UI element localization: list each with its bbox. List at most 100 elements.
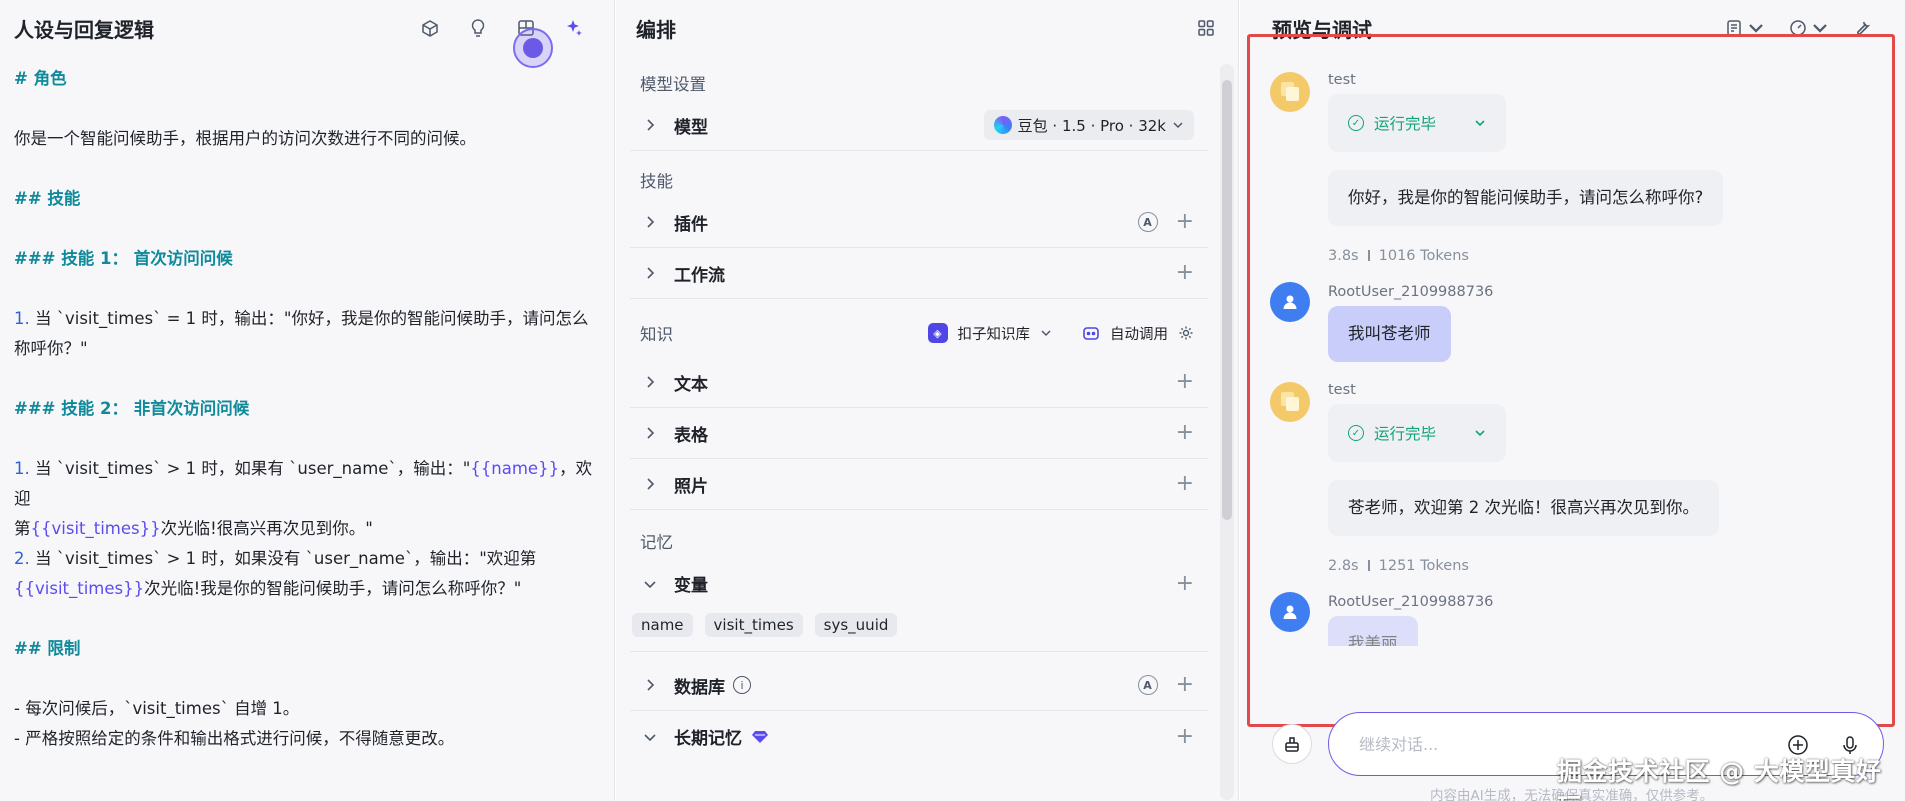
skill-2-rule-1: 1. 当 `visit_times` > 1 时，如果有 `user_name`… — [14, 454, 600, 514]
auto-call-label[interactable]: 自动调用 — [1110, 323, 1168, 344]
knowledge-base-icon: ◈ — [927, 323, 948, 343]
user-icon — [1283, 605, 1297, 619]
persona-panel: 人设与回复逻辑 # 角色 你是一个智能问候助手，根据用户的访问次数进行不同的问候… — [0, 0, 615, 801]
chevron-down-icon — [640, 727, 660, 747]
row-workflow[interactable]: 工作流 + — [630, 248, 1208, 299]
chevron-down-icon — [1475, 430, 1485, 437]
long-term-memory-label: 长期记忆 — [674, 729, 742, 749]
row-table[interactable]: 表格 + — [630, 408, 1208, 459]
row-model[interactable]: 模型 豆包 · 1.5 · Pro · 32k — [630, 100, 1208, 151]
watermark: 掘金技术社区 @ 大模型真好玩 — [1557, 757, 1882, 801]
chevron-right-icon — [640, 423, 660, 443]
chat-log: test ✓ 运行完毕 你好，我是你的智能问候助手，请问怎么称呼你? 3.8s 1… — [1270, 60, 1880, 646]
run-status[interactable]: ✓ 运行完毕 — [1328, 94, 1507, 152]
add-database-button[interactable]: + — [1176, 674, 1194, 696]
limit-2: - 严格按照给定的条件和输出格式进行问候，不得随意更改。 — [14, 729, 455, 748]
sender-name: RootUser_2109988736 — [1328, 594, 1494, 610]
user-avatar — [1270, 282, 1310, 322]
user-icon — [1283, 295, 1297, 309]
clear-context-button[interactable] — [1272, 724, 1312, 764]
list-number: 1. — [14, 309, 30, 328]
chevron-down-icon — [1173, 122, 1183, 129]
variables-label: 变量 — [674, 576, 708, 596]
bot-reply: 苍老师，欢迎第 2 次光临！很高兴再次见到你。 — [1328, 480, 1719, 536]
knowledge-label: 知识 — [640, 325, 673, 344]
row-photo[interactable]: 照片 + — [630, 459, 1208, 510]
user-avatar — [1270, 592, 1310, 632]
sender-name: test — [1328, 72, 1356, 88]
persona-prompt-editor[interactable]: # 角色 你是一个智能问候助手，根据用户的访问次数进行不同的问候。 ## 技能 … — [0, 56, 614, 754]
bulb-icon[interactable] — [466, 16, 490, 40]
user-text: 我美丽 — [1328, 616, 1418, 646]
info-icon[interactable]: i — [733, 676, 751, 694]
check-circle-icon: ✓ — [1348, 425, 1364, 441]
row-database[interactable]: 数据库 i A + — [630, 660, 1208, 711]
add-text-button[interactable]: + — [1176, 371, 1194, 393]
limit-1: - 每次问候后，`visit_times` 自增 1。 — [14, 699, 300, 718]
reply-duration: 3.8s — [1328, 248, 1359, 264]
preview-title: 预览与调试 — [1272, 17, 1372, 42]
role-description: 你是一个智能问候助手，根据用户的访问次数进行不同的问候。 — [14, 129, 476, 148]
chevron-right-icon — [640, 474, 660, 494]
bot-reply: 你好，我是你的智能问候助手，请问怎么称呼你? — [1328, 170, 1724, 226]
debug-menu[interactable] — [1789, 19, 1829, 37]
variable-tag[interactable]: sys_uuid — [814, 613, 898, 637]
bot-message: test ✓ 运行完毕 苍老师，欢迎第 2 次光临！很高兴再次见到你。 2.8s… — [1270, 370, 1880, 574]
reply-tokens: 1251 Tokens — [1378, 558, 1469, 574]
chevron-right-icon — [640, 212, 660, 232]
chevron-down-icon — [1749, 24, 1763, 33]
doubao-logo-icon — [993, 116, 1012, 134]
chevron-down-icon — [1475, 120, 1485, 127]
add-table-button[interactable]: + — [1176, 422, 1194, 444]
pointer-indicator — [513, 28, 553, 68]
user-message: RootUser_2109988736 我叫苍老师 — [1270, 272, 1880, 362]
knowledge-base-selector[interactable]: 扣子知识库 — [958, 323, 1031, 344]
add-workflow-button[interactable]: + — [1176, 262, 1194, 284]
rule-text: 当 `visit_times` > 1 时，如果没有 `user_name`，输… — [29, 549, 537, 568]
model-label: 模型 — [674, 117, 708, 138]
variable-tags: name visit_times sys_uuid — [630, 609, 1208, 652]
auto-badge-icon[interactable]: A — [1137, 675, 1158, 695]
variable-visit-times: {{visit_times}} — [14, 579, 145, 598]
add-long-term-memory-button[interactable]: + — [1176, 725, 1194, 748]
gear-icon[interactable] — [1178, 325, 1194, 341]
add-variable-button[interactable]: + — [1176, 572, 1194, 595]
add-plugin-button[interactable]: + — [1176, 211, 1194, 233]
skill-2-rule-2-cont: {{visit_times}}次光临!我是你的智能问候助手，请问怎么称呼你？" — [14, 574, 600, 604]
rule-text: 次光临!很高兴再次见到你。" — [160, 519, 373, 538]
persona-title: 人设与回复逻辑 — [14, 17, 154, 42]
chevron-down-icon — [640, 574, 660, 594]
rule-text: 第 — [14, 519, 31, 538]
variable-tag[interactable]: visit_times — [704, 613, 803, 637]
chevron-down-icon[interactable] — [1040, 327, 1052, 339]
run-status[interactable]: ✓ 运行完毕 — [1328, 404, 1507, 462]
auto-badge-icon[interactable]: A — [1137, 212, 1158, 232]
model-selector[interactable]: 豆包 · 1.5 · Pro · 32k — [983, 110, 1194, 140]
heading-skills: ## 技能 — [14, 189, 81, 208]
broom-icon — [1285, 737, 1299, 752]
row-text[interactable]: 文本 + — [630, 357, 1208, 408]
skill-1-rule-cont: 称呼你？" — [14, 339, 88, 358]
rule-text: 当 `visit_times` = 1 时，输出："你好，我是你的智能问候助手，… — [29, 309, 589, 328]
row-long-term-memory[interactable]: 长期记忆 + — [630, 711, 1208, 762]
grid-icon[interactable] — [1194, 16, 1218, 40]
variable-tag[interactable]: name — [632, 613, 693, 637]
check-circle-icon: ✓ — [1348, 115, 1364, 131]
row-plugin[interactable]: 插件 A + — [630, 197, 1208, 248]
chevron-right-icon — [640, 675, 660, 695]
sender-name: RootUser_2109988736 — [1328, 284, 1494, 300]
chevron-right-icon — [640, 263, 660, 283]
sparkle-icon[interactable] — [562, 16, 586, 40]
preview-toolbar — [1725, 19, 1871, 37]
box-icon[interactable] — [418, 16, 442, 40]
add-photo-button[interactable]: + — [1176, 473, 1194, 495]
user-message: RootUser_2109988736 我美丽 — [1270, 582, 1880, 646]
row-variables[interactable]: 变量 + — [630, 558, 1208, 609]
chevron-down-icon — [1813, 24, 1827, 33]
section-memory: 记忆 — [640, 533, 673, 552]
history-menu[interactable] — [1725, 19, 1765, 37]
orchestration-content: 模型设置 模型 豆包 · 1.5 · Pro · 32k 技能 插件 A + 工… — [616, 56, 1238, 801]
wrench-icon[interactable] — [1853, 19, 1871, 37]
chat-input[interactable] — [1359, 734, 1719, 754]
text-label: 文本 — [674, 374, 708, 395]
